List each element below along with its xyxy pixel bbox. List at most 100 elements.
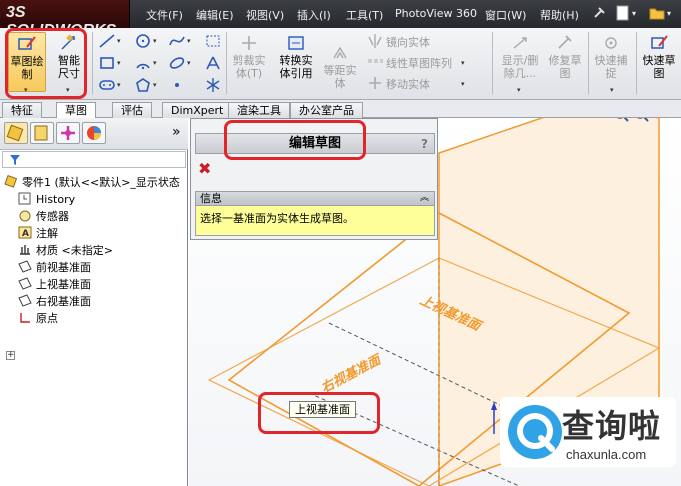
open-folder-icon[interactable]: [648, 4, 666, 22]
collapse-section-icon[interactable]: ︽: [420, 192, 429, 205]
part-icon: [4, 175, 18, 188]
move-entities-dropdown-icon[interactable]: ▾: [461, 80, 465, 88]
arc-icon[interactable]: [134, 55, 152, 71]
solidworks-logo[interactable]: 3S SOLIDWORKS: [0, 0, 130, 39]
linear-pattern-dropdown-icon[interactable]: ▾: [461, 59, 465, 67]
feature-manager-toolbar: »: [0, 118, 188, 150]
new-dropdown-icon[interactable]: ▾: [632, 9, 636, 18]
spline-dropdown-icon[interactable]: ▾: [187, 37, 191, 45]
menu-insert[interactable]: 插入(I): [297, 7, 331, 23]
menu-help[interactable]: 帮助(H): [540, 7, 579, 23]
ellipse-icon[interactable]: [168, 55, 186, 71]
tree-item-annotations[interactable]: A 注解: [18, 225, 58, 242]
tab-dimxpert[interactable]: DimXpert: [162, 102, 233, 118]
quick-snaps-button[interactable]: 快速捕捉: [594, 32, 628, 80]
plane-icon[interactable]: [204, 77, 222, 93]
mirror-icon[interactable]: [366, 33, 384, 49]
offset-entities-button[interactable]: 等距实体: [322, 42, 358, 90]
ribbon-separator: [226, 32, 227, 94]
previous-view-icon[interactable]: [653, 118, 669, 122]
menu-file[interactable]: 文件(F): [146, 7, 183, 23]
feature-tree-tab-icon[interactable]: [4, 122, 28, 144]
cancel-close-icon[interactable]: ✖: [198, 159, 211, 178]
polygon-dropdown-icon[interactable]: ▾: [153, 81, 157, 89]
linear-pattern-icon[interactable]: [366, 54, 384, 70]
slot-dropdown-icon[interactable]: ▾: [117, 81, 121, 89]
menu-window[interactable]: 窗口(W): [485, 7, 526, 23]
tab-features[interactable]: 特征: [2, 102, 42, 118]
filter-icon[interactable]: [9, 154, 21, 166]
tab-office-products[interactable]: 办公室产品: [290, 102, 363, 118]
menu-photoview[interactable]: PhotoView 360: [395, 7, 477, 20]
zoom-to-fit-icon[interactable]: [613, 118, 629, 122]
tree-item-top-plane[interactable]: 上视基准面: [18, 276, 91, 293]
circle-icon[interactable]: [134, 33, 152, 49]
tree-item-sensors[interactable]: 传感器: [18, 208, 69, 225]
tree-item-front-plane[interactable]: 前视基准面: [18, 259, 91, 276]
ribbon-separator: [588, 32, 589, 94]
menu-view[interactable]: 视图(V): [246, 7, 284, 23]
property-manager-tab-icon[interactable]: [30, 122, 54, 144]
tree-item-label: 右视基准面: [36, 295, 91, 308]
circle-dropdown-icon[interactable]: ▾: [153, 37, 157, 45]
rectangle-icon[interactable]: [98, 55, 116, 71]
rapid-sketch-button[interactable]: 快速草图: [640, 32, 678, 80]
ribbon-separator: [92, 32, 93, 94]
trim-icon: [242, 36, 256, 50]
mirror-entities-label[interactable]: 镜向实体: [386, 34, 430, 50]
tab-evaluate[interactable]: 评估: [112, 102, 152, 118]
point-icon[interactable]: [168, 77, 186, 93]
tree-item-history[interactable]: History: [18, 191, 75, 208]
relations-icon: [513, 37, 527, 49]
plane-icon: [18, 277, 32, 290]
tree-item-origin[interactable]: 原点: [18, 310, 58, 327]
arc-dropdown-icon[interactable]: ▾: [153, 59, 157, 67]
linear-pattern-label[interactable]: 线性草图阵列: [386, 55, 452, 71]
watermark-url: chaxunla.com: [566, 447, 647, 462]
info-message: 选择一基准面为实体生成草图。: [195, 206, 435, 236]
repair-sketch-icon: [558, 35, 572, 49]
line-dropdown-icon[interactable]: ▾: [117, 37, 121, 45]
menu-edit[interactable]: 编辑(E): [196, 7, 234, 23]
tree-root-part[interactable]: 零件1 (默认<<默认>_显示状态: [4, 174, 180, 191]
polygon-icon[interactable]: [134, 77, 152, 93]
repair-sketch-label: 修复草图: [548, 54, 582, 80]
display-delete-relations-button[interactable]: 显示/删除几...: [498, 32, 542, 80]
tree-item-label: 注解: [36, 227, 58, 240]
move-entities-label[interactable]: 移动实体: [386, 76, 430, 92]
panel-collapse-button[interactable]: »: [172, 124, 181, 140]
rectangle-dropdown-icon[interactable]: ▾: [117, 59, 121, 67]
feature-tree-filter[interactable]: [2, 151, 186, 168]
ellipse-dropdown-icon[interactable]: ▾: [187, 59, 191, 67]
slot-icon[interactable]: [98, 77, 116, 93]
move-entities-icon[interactable]: [366, 75, 384, 91]
display-manager-tab-icon[interactable]: [82, 122, 106, 144]
zoom-area-icon[interactable]: [633, 118, 649, 122]
convert-entities-button[interactable]: 转换实体引用: [276, 32, 316, 80]
repair-sketch-button[interactable]: 修复草图: [548, 32, 582, 80]
spline-icon[interactable]: [168, 33, 186, 49]
text-icon[interactable]: [204, 55, 222, 71]
menu-tools[interactable]: 工具(T): [346, 7, 383, 23]
open-dropdown-icon[interactable]: ▾: [667, 9, 671, 18]
svg-text:A: A: [22, 229, 29, 239]
origin-icon: [20, 313, 30, 323]
pin-icon[interactable]: [590, 4, 608, 22]
line-icon[interactable]: [98, 33, 116, 49]
quick-snaps-dropdown-icon[interactable]: ▾: [610, 86, 614, 94]
configuration-manager-tab-icon[interactable]: [56, 122, 80, 144]
help-icon[interactable]: ?: [421, 135, 428, 154]
tree-item-right-plane[interactable]: 右视基准面: [18, 293, 91, 310]
plane-tooltip: 上视基准面: [289, 401, 356, 418]
display-delete-dropdown-icon[interactable]: ▾: [517, 86, 521, 94]
expand-annotations-icon[interactable]: +: [6, 351, 15, 360]
tab-sketch[interactable]: 草图: [56, 102, 96, 119]
new-document-icon[interactable]: [614, 4, 632, 22]
watermark-q-icon: [508, 405, 562, 459]
trim-entities-button[interactable]: 剪裁实体(T): [232, 32, 266, 80]
info-section-header[interactable]: 信息 ︽: [195, 191, 435, 206]
plane-icon: [18, 260, 32, 273]
surface-icon[interactable]: [204, 33, 222, 49]
tree-item-material[interactable]: 材质 <未指定>: [18, 242, 113, 259]
tab-render-tools[interactable]: 渲染工具: [228, 102, 290, 118]
